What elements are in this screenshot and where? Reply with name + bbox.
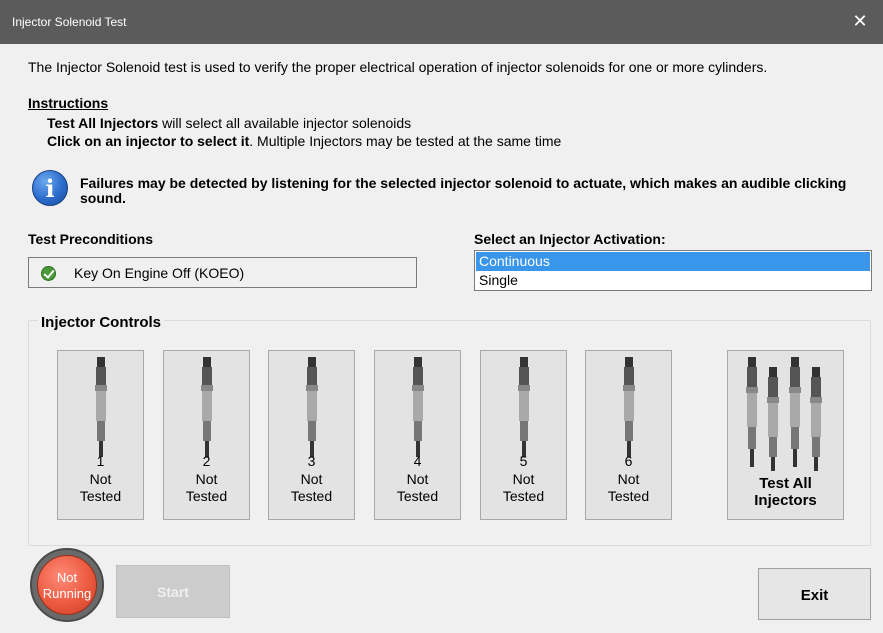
injector-status: Not Tested xyxy=(586,471,671,505)
injector-number: 5 xyxy=(519,453,528,469)
test-all-injectors-button[interactable]: Test All Injectors xyxy=(727,350,844,520)
instruction-line-1-rest: will select all available injector solen… xyxy=(158,115,412,131)
info-message: Failures may be detected by listening fo… xyxy=(80,175,847,206)
injector-status-line1: Not xyxy=(406,471,429,487)
check-icon xyxy=(41,266,56,281)
precondition-item: Key On Engine Off (KOEO) xyxy=(28,257,417,288)
injector-number: 1 xyxy=(96,453,105,469)
close-icon: ✕ xyxy=(852,11,868,31)
injector-icon xyxy=(518,357,530,457)
instruction-line-2-bold: Click on an injector to select it xyxy=(47,133,250,149)
running-status-indicator: Not Running xyxy=(30,548,104,622)
activation-option-continuous[interactable]: Continuous xyxy=(476,252,870,271)
injector-status-line1: Not xyxy=(300,471,323,487)
injector-button-4[interactable]: 4 Not Tested xyxy=(374,350,461,520)
exit-label: Exit xyxy=(800,587,829,604)
injector-status-line2: Tested xyxy=(607,488,650,504)
window-title: Injector Solenoid Test xyxy=(12,15,127,29)
injector-button-1[interactable]: 1 Not Tested xyxy=(57,350,144,520)
injector-status-line1: Not xyxy=(617,471,640,487)
precondition-text: Key On Engine Off (KOEO) xyxy=(74,265,245,281)
activation-label: Select an Injector Activation: xyxy=(474,231,666,247)
injector-status: Not Tested xyxy=(164,471,249,505)
status-light: Not Running xyxy=(37,555,97,615)
close-button[interactable]: ✕ xyxy=(837,0,883,44)
injector-status-line1: Not xyxy=(195,471,218,487)
status-text: Not Running xyxy=(38,570,96,602)
test-all-label: Test All Injectors xyxy=(728,475,843,509)
instruction-line-1: Test All Injectors will select all avail… xyxy=(47,115,411,131)
info-icon-glyph: i xyxy=(45,174,55,203)
start-button[interactable]: Start xyxy=(116,565,230,618)
injector-button-2[interactable]: 2 Not Tested xyxy=(163,350,250,520)
injector-status-line2: Tested xyxy=(396,488,439,504)
test-all-label-line1: Test All xyxy=(759,475,812,492)
activation-listbox[interactable]: Continuous Single xyxy=(474,250,872,291)
injector-controls-label: Injector Controls xyxy=(38,314,165,331)
injector-number: 4 xyxy=(413,453,422,469)
injector-number: 2 xyxy=(202,453,211,469)
injector-icon xyxy=(95,357,107,457)
info-icon: i xyxy=(32,170,68,206)
injector-button-5[interactable]: 5 Not Tested xyxy=(480,350,567,520)
injector-status: Not Tested xyxy=(269,471,354,505)
injector-status-line2: Tested xyxy=(79,488,122,504)
injector-icon xyxy=(201,357,213,457)
exit-button[interactable]: Exit xyxy=(758,568,871,620)
injector-status-line2: Tested xyxy=(185,488,228,504)
status-line2: Running xyxy=(42,586,92,601)
instruction-line-1-bold: Test All Injectors xyxy=(47,115,159,131)
title-bar: Injector Solenoid Test ✕ xyxy=(0,0,883,44)
injector-status-line2: Tested xyxy=(290,488,333,504)
injector-status-line2: Tested xyxy=(502,488,545,504)
injector-button-3[interactable]: 3 Not Tested xyxy=(268,350,355,520)
injector-status: Not Tested xyxy=(58,471,143,505)
instruction-line-2: Click on an injector to select it. Multi… xyxy=(47,133,561,149)
injector-icon xyxy=(306,357,318,457)
injector-number: 3 xyxy=(307,453,316,469)
test-all-label-line2: Injectors xyxy=(754,492,817,509)
start-label: Start xyxy=(157,584,189,600)
status-line1: Not xyxy=(56,570,78,585)
injector-icon xyxy=(412,357,424,457)
instruction-line-2-rest: . Multiple Injectors may be tested at th… xyxy=(249,133,562,149)
injector-status: Not Tested xyxy=(481,471,566,505)
intro-text: The Injector Solenoid test is used to ve… xyxy=(28,59,768,75)
dialog-window: Injector Solenoid Test ✕ The Injector So… xyxy=(0,0,883,633)
activation-option-single[interactable]: Single xyxy=(476,271,870,290)
injector-number: 6 xyxy=(624,453,633,469)
injectors-group-icon xyxy=(746,357,822,471)
preconditions-label: Test Preconditions xyxy=(28,231,153,247)
injector-status-line1: Not xyxy=(89,471,112,487)
injector-status: Not Tested xyxy=(375,471,460,505)
injector-status-line1: Not xyxy=(512,471,535,487)
injector-button-6[interactable]: 6 Not Tested xyxy=(585,350,672,520)
injector-icon xyxy=(623,357,635,457)
instructions-heading: Instructions xyxy=(28,95,109,111)
